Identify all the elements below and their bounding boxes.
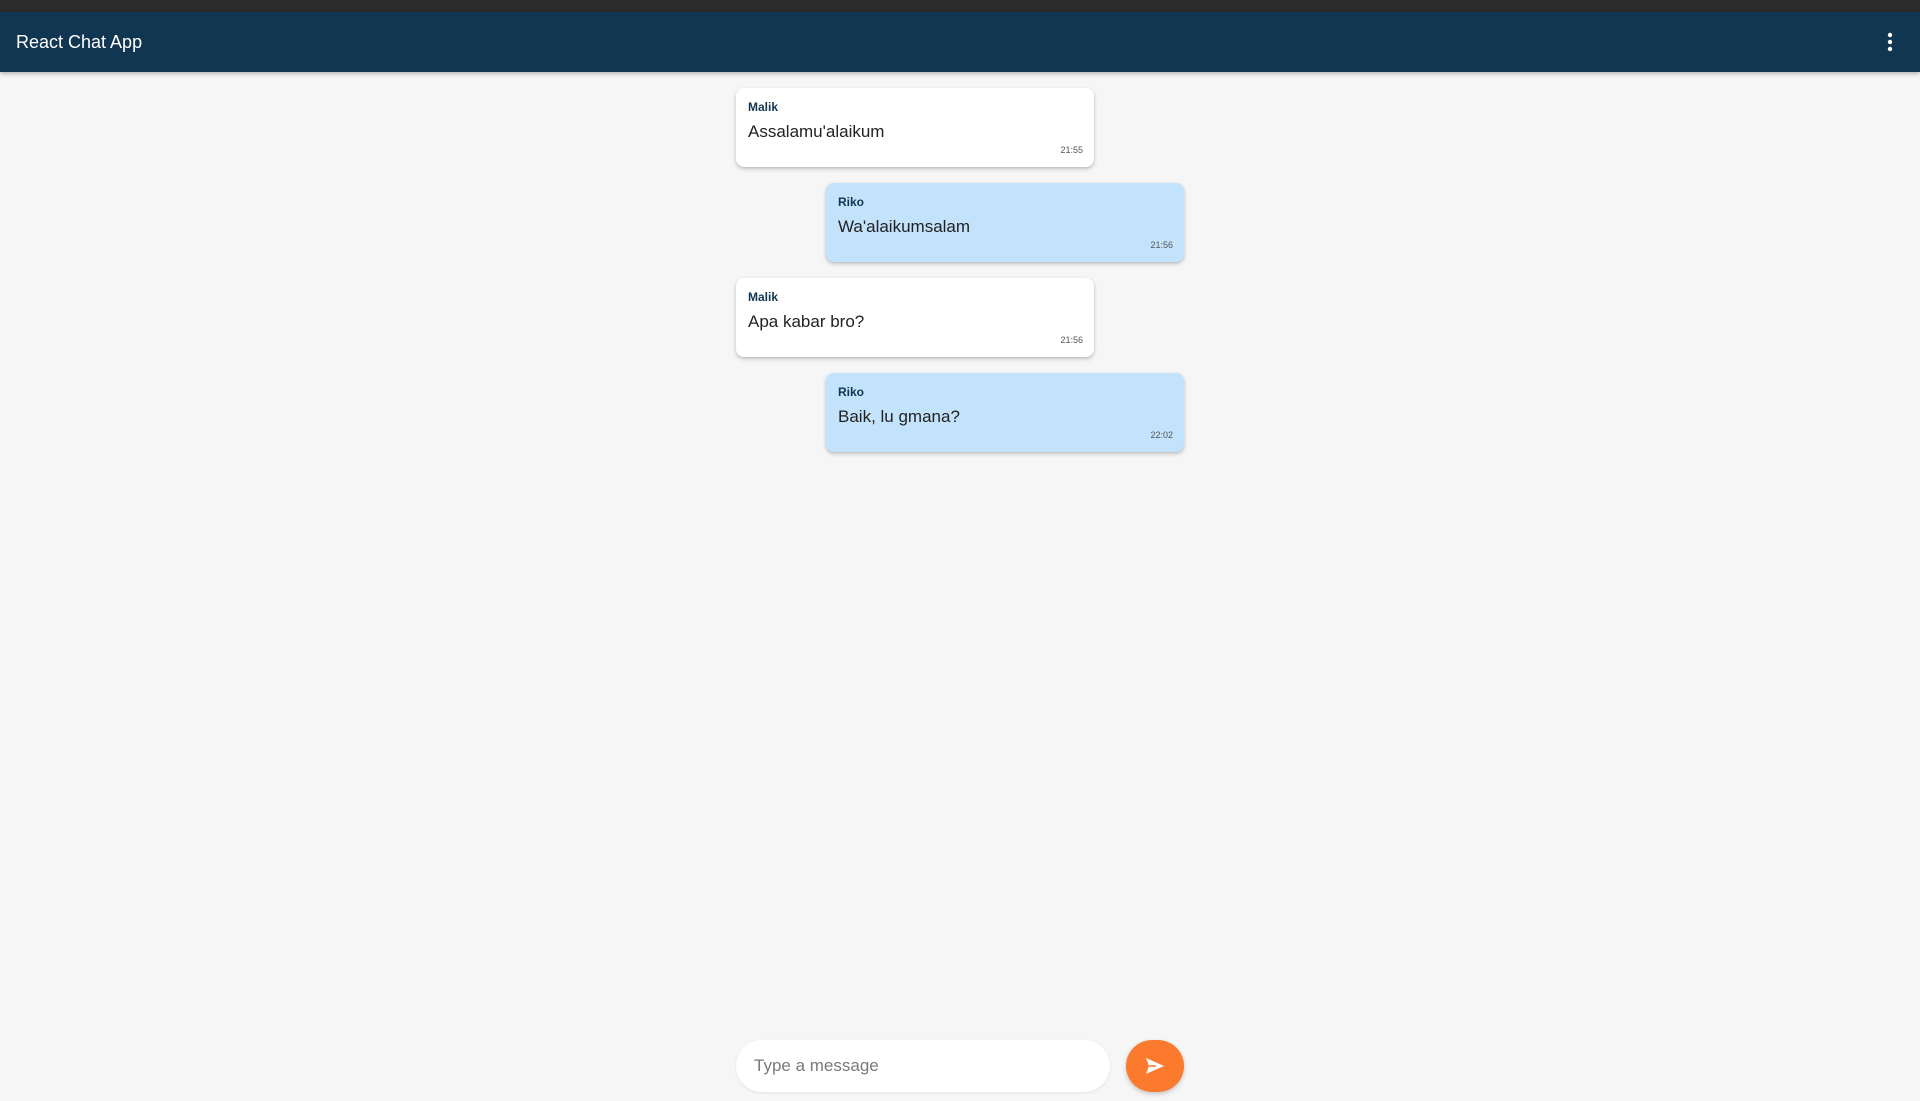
message-text: Apa kabar bro? (748, 312, 865, 331)
message-bubble: Malik Assalamu'alaikum 21:55 (736, 88, 1094, 167)
message-time: 21:56 (1060, 335, 1083, 345)
message-input[interactable] (736, 1040, 1110, 1092)
message-sender: Malik (748, 100, 779, 114)
more-vertical-icon (1887, 32, 1893, 52)
app-bar: React Chat App (0, 12, 1920, 72)
message-list: Malik Assalamu'alaikum 21:55 Riko Wa'ala… (736, 88, 1184, 468)
message-text: Assalamu'alaikum (748, 122, 885, 141)
message-bubble: Malik Apa kabar bro? 21:56 (736, 278, 1094, 357)
more-options-button[interactable] (1876, 28, 1904, 56)
message-bubble: Riko Wa'alaikumsalam 21:56 (826, 183, 1184, 262)
app-title: React Chat App (16, 32, 143, 52)
message-sender: Malik (748, 290, 779, 304)
message-time: 21:56 (1150, 240, 1173, 250)
message-time: 21:55 (1060, 145, 1083, 155)
message-bubble: Riko Baik, lu gmana? 22:02 (826, 373, 1184, 452)
send-button[interactable] (1126, 1040, 1184, 1092)
message-sender: Riko (838, 385, 865, 399)
message-time: 22:02 (1150, 430, 1173, 440)
send-icon (1146, 1058, 1164, 1074)
message-text: Wa'alaikumsalam (838, 217, 971, 236)
message-text: Baik, lu gmana? (838, 407, 960, 426)
message-sender: Riko (838, 195, 865, 209)
message-composer (736, 1040, 1184, 1092)
